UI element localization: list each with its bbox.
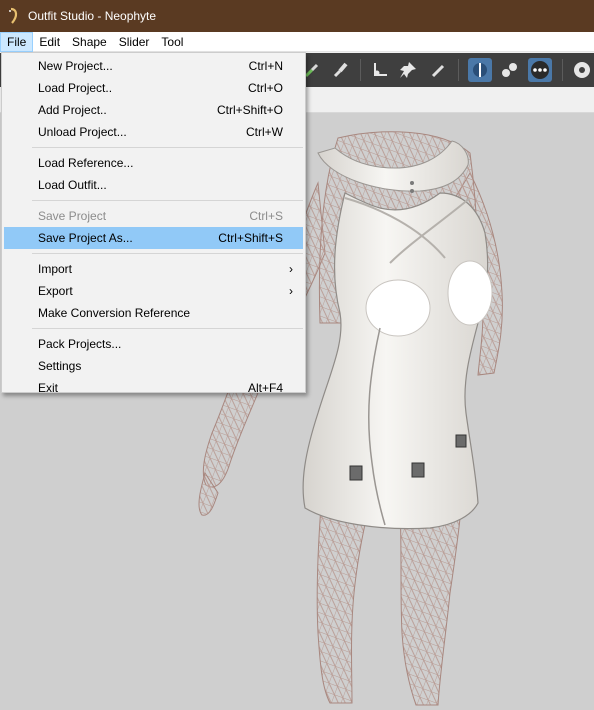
- menu-item-import[interactable]: Import ›: [4, 258, 303, 280]
- menu-bar: File Edit Shape Slider Tool: [0, 31, 594, 52]
- menu-item-label: Save Project: [38, 209, 107, 223]
- title-bar: Outfit Studio - Neophyte: [0, 0, 594, 32]
- menu-item-new-project[interactable]: New Project... Ctrl+N: [4, 55, 303, 77]
- menu-item-label: Load Outfit...: [38, 178, 107, 192]
- menu-item-label: Pack Projects...: [38, 337, 122, 351]
- menu-item-label: New Project...: [38, 59, 113, 73]
- menu-item-label: Add Project..: [38, 103, 107, 117]
- menu-item-label: Load Reference...: [38, 156, 134, 170]
- toolbar-separator: [458, 59, 459, 81]
- menu-item-shortcut: Ctrl+S: [249, 209, 283, 223]
- window-title: Outfit Studio - Neophyte: [28, 9, 157, 23]
- menu-item-label: Unload Project...: [38, 125, 127, 139]
- menu-slider[interactable]: Slider: [113, 32, 156, 52]
- menu-edit[interactable]: Edit: [33, 32, 66, 52]
- menu-item-load-reference[interactable]: Load Reference...: [4, 152, 303, 174]
- menu-item-save-project[interactable]: Save Project Ctrl+S: [4, 205, 303, 227]
- menu-item-shortcut: Ctrl+Shift+O: [216, 103, 283, 117]
- pivot-icon[interactable]: [468, 58, 492, 82]
- toolbar-separator: [360, 59, 361, 81]
- menu-item-settings[interactable]: Settings: [4, 355, 303, 377]
- menu-item-label: Exit: [38, 381, 59, 395]
- menu-item-pack-projects[interactable]: Pack Projects...: [4, 333, 303, 355]
- menu-item-load-project[interactable]: Load Project.. Ctrl+O: [4, 77, 303, 99]
- menu-separator: [32, 253, 303, 254]
- menu-separator: [32, 328, 303, 329]
- menu-item-exit[interactable]: Exit Alt+F4: [4, 377, 303, 399]
- menu-tool[interactable]: Tool: [155, 32, 189, 52]
- submenu-arrow-icon: ›: [289, 284, 293, 298]
- menu-item-shortcut: Ctrl+O: [247, 81, 283, 95]
- app-icon: [9, 7, 18, 24]
- menu-item-label: Export: [38, 284, 73, 298]
- menu-item-label: Import: [38, 262, 73, 276]
- menu-item-shortcut: Ctrl+Shift+S: [218, 231, 283, 245]
- menu-item-save-project-as[interactable]: Save Project As... Ctrl+Shift+S: [4, 227, 303, 249]
- menu-item-label: Load Project..: [38, 81, 113, 95]
- menu-item-shortcut: Ctrl+W: [246, 125, 283, 139]
- menu-item-load-outfit[interactable]: Load Outfit...: [4, 174, 303, 196]
- pencil-icon[interactable]: [426, 58, 450, 82]
- submenu-arrow-icon: ›: [289, 262, 293, 276]
- menu-shape[interactable]: Shape: [66, 32, 113, 52]
- file-menu-dropdown: New Project... Ctrl+N Load Project.. Ctr…: [1, 52, 306, 395]
- menu-file[interactable]: File: [0, 31, 34, 52]
- menu-separator: [32, 147, 303, 148]
- circle-icon[interactable]: [570, 58, 594, 82]
- menu-item-unload-project[interactable]: Unload Project... Ctrl+W: [4, 121, 303, 143]
- menu-item-export[interactable]: Export ›: [4, 280, 303, 302]
- toolbar-separator: [562, 59, 563, 81]
- transform-icon[interactable]: [368, 58, 392, 82]
- menu-item-label: Settings: [38, 359, 82, 373]
- menu-item-shortcut: Ctrl+N: [248, 59, 283, 73]
- brush-icon[interactable]: [328, 58, 352, 82]
- menu-item-make-conversion-reference[interactable]: Make Conversion Reference: [4, 302, 303, 324]
- menu-item-label: Make Conversion Reference: [38, 306, 191, 320]
- pin-icon[interactable]: [396, 58, 420, 82]
- menu-separator: [32, 200, 303, 201]
- vertex-dots-icon[interactable]: [528, 58, 552, 82]
- menu-item-label: Save Project As...: [38, 231, 133, 245]
- weight-points-icon[interactable]: [498, 58, 522, 82]
- menu-item-add-project[interactable]: Add Project.. Ctrl+Shift+O: [4, 99, 303, 121]
- menu-item-shortcut: Alt+F4: [247, 381, 283, 395]
